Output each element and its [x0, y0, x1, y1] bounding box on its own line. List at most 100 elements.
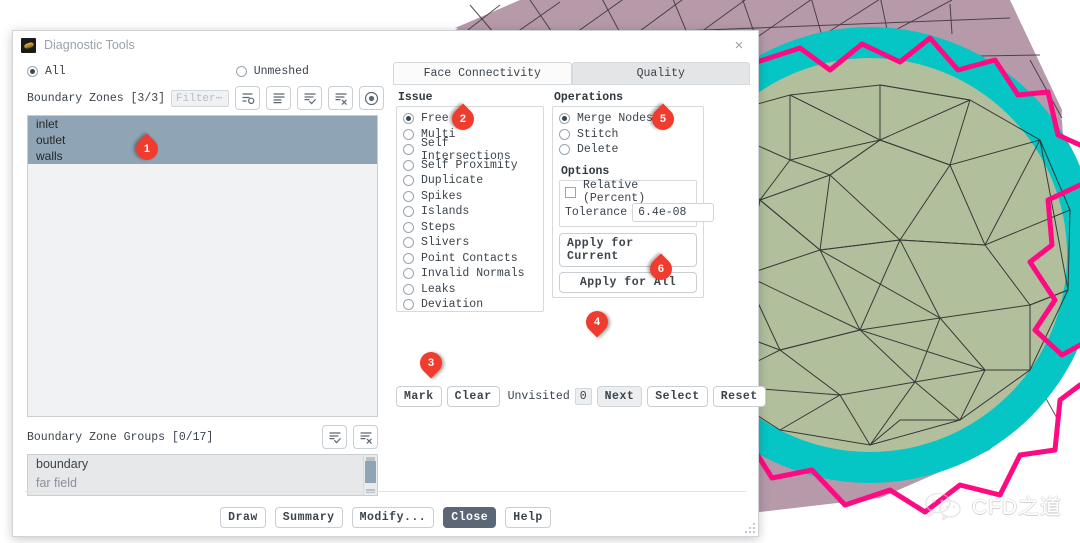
draw-button[interactable]: Draw [220, 507, 266, 528]
issue-option-self-proximity[interactable]: Self Proximity [403, 158, 537, 174]
unvisited-input[interactable]: 0 [575, 388, 592, 405]
issue-label-leaks: Leaks [421, 283, 456, 296]
footer-divider [25, 491, 746, 492]
issue-label-point-contacts: Point Contacts [421, 252, 518, 265]
resize-grip-icon[interactable] [745, 523, 755, 533]
close-icon[interactable]: × [726, 34, 752, 56]
issue-title: Issue [398, 91, 544, 104]
groups-scrollbar[interactable] [363, 455, 377, 495]
tab-bar: Face Connectivity Quality [393, 62, 750, 84]
issue-option-invalid-normals[interactable]: Invalid Normals [403, 266, 537, 282]
modify-button[interactable]: Modify... [352, 507, 435, 528]
issue-option-point-contacts[interactable]: Point Contacts [403, 251, 537, 267]
reset-button[interactable]: Reset [713, 386, 766, 407]
issue-label-slivers: Slivers [421, 236, 469, 249]
target-icon[interactable] [359, 86, 384, 110]
radio-all-icon [27, 66, 38, 77]
operation-option-merge-nodes[interactable]: Merge Nodes [559, 111, 697, 127]
operations-group: Operations Merge Nodes Stitch Delete Opt… [552, 91, 704, 312]
mode-all-label: All [45, 65, 66, 78]
callout-3-number: 3 [428, 357, 434, 369]
list-all-icon[interactable] [266, 86, 291, 110]
options-title: Options [561, 165, 697, 178]
tolerance-input[interactable]: 6.4e-08 [632, 203, 714, 222]
issue-options: Free Multi Self Intersections Self Proxi… [396, 106, 544, 312]
radio-spikes-icon [403, 191, 414, 202]
tolerance-row: Tolerance 6.4e-08 [565, 203, 691, 222]
mode-option-all[interactable]: All [27, 65, 66, 78]
radio-islands-icon [403, 206, 414, 217]
boundary-zones-header: Boundary Zones [3/3] Filter⋯ [13, 82, 390, 113]
issue-option-slivers[interactable]: Slivers [403, 235, 537, 251]
boundary-zones-list[interactable]: inlet outlet walls [27, 115, 378, 417]
tab-quality[interactable]: Quality [572, 62, 751, 84]
radio-deviation-icon [403, 299, 414, 310]
radio-self-intersections-icon [403, 144, 414, 155]
radio-leaks-icon [403, 284, 414, 295]
close-button[interactable]: Close [443, 507, 496, 528]
filter-input[interactable]: Filter⋯ [171, 90, 229, 107]
group-list-check-icon[interactable] [322, 425, 347, 449]
select-button[interactable]: Select [647, 386, 707, 407]
boundary-zone-groups-list[interactable]: boundary far field [27, 454, 378, 496]
mark-button[interactable]: Mark [396, 386, 442, 407]
issue-option-deviation[interactable]: Deviation [403, 297, 537, 313]
checkbox-relative-percent-icon [565, 187, 576, 198]
group-list-clear-icon[interactable] [353, 425, 378, 449]
unvisited-label: Unvisited [508, 390, 570, 403]
filter-icon[interactable] [235, 86, 260, 110]
operation-label-stitch: Stitch [577, 128, 618, 141]
issue-label-duplicate: Duplicate [421, 174, 483, 187]
right-panel: Face Connectivity Quality Issue Free Mul… [390, 59, 758, 536]
list-check-icon[interactable] [297, 86, 322, 110]
tab-face-connectivity[interactable]: Face Connectivity [393, 62, 572, 84]
issue-label-free: Free [421, 112, 449, 125]
issue-option-islands[interactable]: Islands [403, 204, 537, 220]
options-box: Relative (Percent) Tolerance 6.4e-08 [559, 180, 697, 228]
boundary-zone-groups-header: Boundary Zone Groups [0/17] [13, 417, 390, 452]
issue-label-deviation: Deviation [421, 298, 483, 311]
issue-option-duplicate[interactable]: Duplicate [403, 173, 537, 189]
radio-slivers-icon [403, 237, 414, 248]
list-item[interactable]: inlet [28, 116, 377, 132]
callout-4-number: 4 [594, 316, 600, 328]
operation-label-merge-nodes: Merge Nodes [577, 112, 653, 125]
issue-option-steps[interactable]: Steps [403, 220, 537, 236]
mode-option-unmeshed[interactable]: Unmeshed [236, 65, 309, 78]
apply-for-all-button[interactable]: Apply for All [559, 272, 697, 293]
list-clear-icon[interactable] [328, 86, 353, 110]
operation-option-delete[interactable]: Delete [559, 142, 697, 158]
relative-percent-checkbox[interactable]: Relative (Percent) [565, 185, 691, 201]
help-button[interactable]: Help [505, 507, 551, 528]
next-button[interactable]: Next [597, 386, 643, 407]
summary-button[interactable]: Summary [275, 507, 343, 528]
scrollbar-thumb[interactable] [365, 461, 376, 483]
issue-label-invalid-normals: Invalid Normals [421, 267, 525, 280]
callout-1-number: 1 [144, 143, 150, 155]
relative-percent-label: Relative (Percent) [583, 179, 691, 205]
mode-unmeshed-label: Unmeshed [254, 65, 309, 78]
issue-option-self-intersections[interactable]: Self Intersections [403, 142, 537, 158]
issue-option-spikes[interactable]: Spikes [403, 189, 537, 205]
radio-duplicate-icon [403, 175, 414, 186]
list-item[interactable]: walls [28, 148, 377, 164]
issue-label-spikes: Spikes [421, 190, 462, 203]
boundary-zone-groups-label: Boundary Zone Groups [0/17] [27, 431, 316, 444]
issue-label-islands: Islands [421, 205, 469, 218]
radio-invalid-normals-icon [403, 268, 414, 279]
radio-multi-icon [403, 129, 414, 140]
radio-point-contacts-icon [403, 253, 414, 264]
issue-option-leaks[interactable]: Leaks [403, 282, 537, 298]
radio-unmeshed-icon [236, 66, 247, 77]
mesh-mode-radio-group: All Unmeshed [13, 59, 390, 82]
clear-button[interactable]: Clear [447, 386, 500, 407]
app-icon [21, 38, 36, 53]
issue-label-steps: Steps [421, 221, 456, 234]
apply-for-current-button[interactable]: Apply for Current [559, 233, 697, 267]
list-item[interactable]: outlet [28, 132, 377, 148]
list-item[interactable]: boundary [28, 455, 377, 474]
operation-option-stitch[interactable]: Stitch [559, 127, 697, 143]
dialog-title: Diagnostic Tools [44, 38, 726, 52]
radio-free-icon [403, 113, 414, 124]
callout-5-number: 5 [660, 113, 666, 125]
